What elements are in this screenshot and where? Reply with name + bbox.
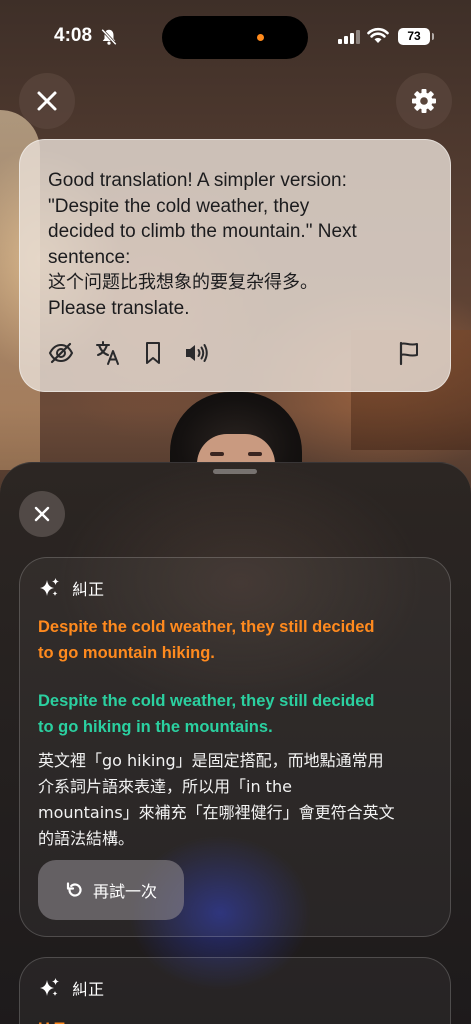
wifi-icon bbox=[367, 27, 389, 43]
message-line: "Despite the cold weather, they bbox=[48, 195, 310, 217]
status-time: 4:08 bbox=[54, 25, 93, 46]
correction-sheet: 糾正 Despite the cold weather, they still … bbox=[0, 462, 471, 1024]
message-line: sentence: bbox=[48, 246, 131, 268]
correction-card: 糾正 H T bbox=[19, 957, 451, 1024]
message-line: 这个问题比我想象的要复杂得多。 bbox=[48, 272, 318, 293]
sheet-grabber[interactable] bbox=[213, 469, 257, 474]
card-title: 糾正 bbox=[72, 580, 105, 599]
battery-icon: 73 bbox=[398, 28, 434, 45]
sparkles-icon bbox=[40, 578, 59, 596]
speaker-icon[interactable] bbox=[183, 340, 209, 366]
explanation-line: 的語法結構。 bbox=[38, 829, 135, 848]
message-line: Good translation! A simpler version: bbox=[48, 170, 347, 191]
close-icon bbox=[34, 506, 50, 522]
cellular-signal-icon bbox=[338, 30, 360, 44]
message-text: Good translation! A simpler version: "De… bbox=[48, 168, 428, 321]
original-sentence: H T bbox=[38, 1020, 65, 1024]
bookmark-icon[interactable] bbox=[140, 340, 166, 366]
recording-indicator bbox=[257, 34, 264, 41]
explanation-line: 英文裡「go hiking」是固定搭配，而地點通常用 bbox=[38, 751, 384, 770]
message-line: Please translate. bbox=[48, 297, 190, 319]
corrected-sentence: Despite the cold weather, they still dec… bbox=[38, 688, 438, 740]
correction-card: 糾正 Despite the cold weather, they still … bbox=[19, 557, 451, 937]
sparkles-icon bbox=[40, 978, 59, 996]
close-button[interactable] bbox=[19, 73, 75, 129]
card-header: 糾正 bbox=[38, 976, 104, 1000]
app-screen: 4:08 73 Good translation! A simpler vers… bbox=[0, 0, 471, 1024]
dynamic-island bbox=[162, 16, 308, 59]
avatar-eye bbox=[210, 452, 224, 456]
message-actions bbox=[48, 340, 422, 366]
explanation: 英文裡「go hiking」是固定搭配，而地點通常用 介系詞片語來表達，所以用「… bbox=[38, 748, 438, 852]
corrected-line: to go hiking in the mountains. bbox=[38, 718, 273, 736]
ai-message-bubble: Good translation! A simpler version: "De… bbox=[19, 139, 451, 392]
original-line: Despite the cold weather, they still dec… bbox=[38, 618, 375, 636]
avatar-eye bbox=[248, 452, 262, 456]
explanation-line: 介系詞片語來表達，所以用「in the bbox=[38, 777, 292, 796]
retry-button[interactable]: 再試一次 bbox=[38, 860, 184, 920]
translate-icon[interactable] bbox=[95, 340, 121, 366]
retry-label: 再試一次 bbox=[92, 882, 157, 901]
bell-slash-icon bbox=[101, 28, 117, 46]
gear-icon bbox=[412, 89, 436, 113]
eye-slash-icon[interactable] bbox=[48, 340, 74, 366]
sheet-close-button[interactable] bbox=[19, 491, 65, 537]
settings-button[interactable] bbox=[396, 73, 452, 129]
retry-icon bbox=[66, 882, 82, 897]
avatar bbox=[165, 392, 307, 472]
card-header: 糾正 bbox=[38, 576, 104, 600]
corrected-line: Despite the cold weather, they still dec… bbox=[38, 692, 375, 710]
original-line: to go mountain hiking. bbox=[38, 644, 215, 662]
close-icon bbox=[37, 91, 57, 111]
status-bar: 4:08 73 bbox=[0, 0, 471, 76]
card-title: 糾正 bbox=[72, 980, 105, 999]
flag-icon[interactable] bbox=[396, 340, 422, 366]
original-sentence: Despite the cold weather, they still dec… bbox=[38, 614, 438, 666]
explanation-line: mountains」來補充「在哪裡健行」會更符合英文 bbox=[38, 803, 395, 822]
message-line: decided to climb the mountain." Next bbox=[48, 221, 357, 242]
